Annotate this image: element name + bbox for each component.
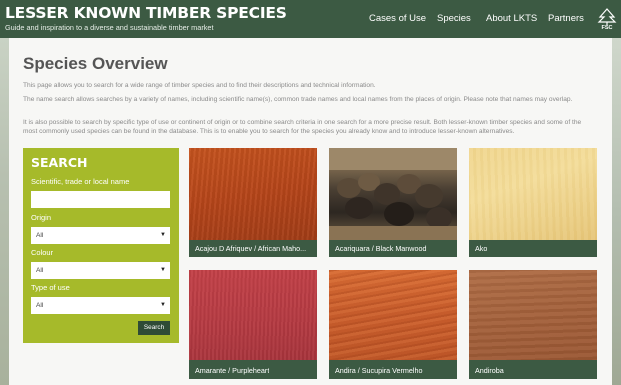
fsc-logo-icon[interactable]: FSC (597, 8, 617, 34)
species-name: Acajou D Afriquev / African Maho... (195, 244, 307, 253)
background-trees-right (612, 38, 621, 385)
chevron-down-icon: ▼ (160, 267, 166, 273)
species-card-amarante[interactable]: Amarante / Purpleheart (189, 270, 317, 379)
species-card-andira[interactable]: Andira / Sucupira Vermelho (329, 270, 457, 379)
intro-paragraph-1: This page allows you to search for a wid… (23, 82, 376, 89)
site-tagline: Guide and inspiration to a diverse and s… (5, 23, 214, 32)
origin-label: Origin (31, 213, 52, 222)
species-name: Acariquara / Black Manwood (335, 244, 427, 253)
species-image (189, 270, 317, 360)
nav-species[interactable]: Species (437, 13, 471, 24)
log-pile-illustration (329, 148, 457, 240)
species-image (329, 270, 457, 360)
name-search-input[interactable] (31, 191, 170, 208)
species-card-andiroba[interactable]: Andiroba (469, 270, 597, 379)
chevron-down-icon: ▼ (160, 232, 166, 238)
species-name: Andira / Sucupira Vermelho (335, 366, 423, 375)
species-image (469, 148, 597, 240)
search-button[interactable]: Search (138, 321, 170, 335)
colour-label: Colour (31, 248, 54, 257)
type-of-use-select-value: All (36, 302, 44, 309)
nav-cases-of-use[interactable]: Cases of Use (369, 13, 426, 24)
fsc-label: FSC (601, 25, 613, 31)
colour-select-value: All (36, 267, 44, 274)
chevron-down-icon: ▼ (160, 302, 166, 308)
type-of-use-select[interactable]: All ▼ (31, 297, 170, 314)
intro-paragraph-2: The name search allows searches by a var… (23, 96, 573, 103)
page-title: Species Overview (23, 54, 168, 73)
intro-paragraph-3: It is also possible to search by specifi… (23, 119, 582, 135)
name-search-label: Scientific, trade or local name (31, 177, 130, 186)
origin-select[interactable]: All ▼ (31, 227, 170, 244)
species-card-ako[interactable]: Ako (469, 148, 597, 257)
species-caption-bar (469, 240, 597, 257)
search-title: SEARCH (31, 155, 88, 170)
background-trees-left (0, 38, 9, 385)
species-name: Ako (475, 244, 488, 253)
species-image (329, 148, 457, 240)
nav-about-lkts[interactable]: About LKTS (486, 13, 537, 24)
nav-partners[interactable]: Partners (548, 13, 584, 24)
origin-select-value: All (36, 232, 44, 239)
species-card-acajou[interactable]: Acajou D Afriquev / African Maho... (189, 148, 317, 257)
site-title[interactable]: LESSER KNOWN TIMBER SPECIES (5, 4, 287, 22)
species-name: Andiroba (475, 366, 504, 375)
species-card-acariquara[interactable]: Acariquara / Black Manwood (329, 148, 457, 257)
species-name: Amarante / Purpleheart (195, 366, 270, 375)
colour-select[interactable]: All ▼ (31, 262, 170, 279)
species-image (469, 270, 597, 360)
site-header: LESSER KNOWN TIMBER SPECIES Guide and in… (0, 0, 621, 38)
type-of-use-label: Type of use (31, 283, 70, 292)
species-image (189, 148, 317, 240)
